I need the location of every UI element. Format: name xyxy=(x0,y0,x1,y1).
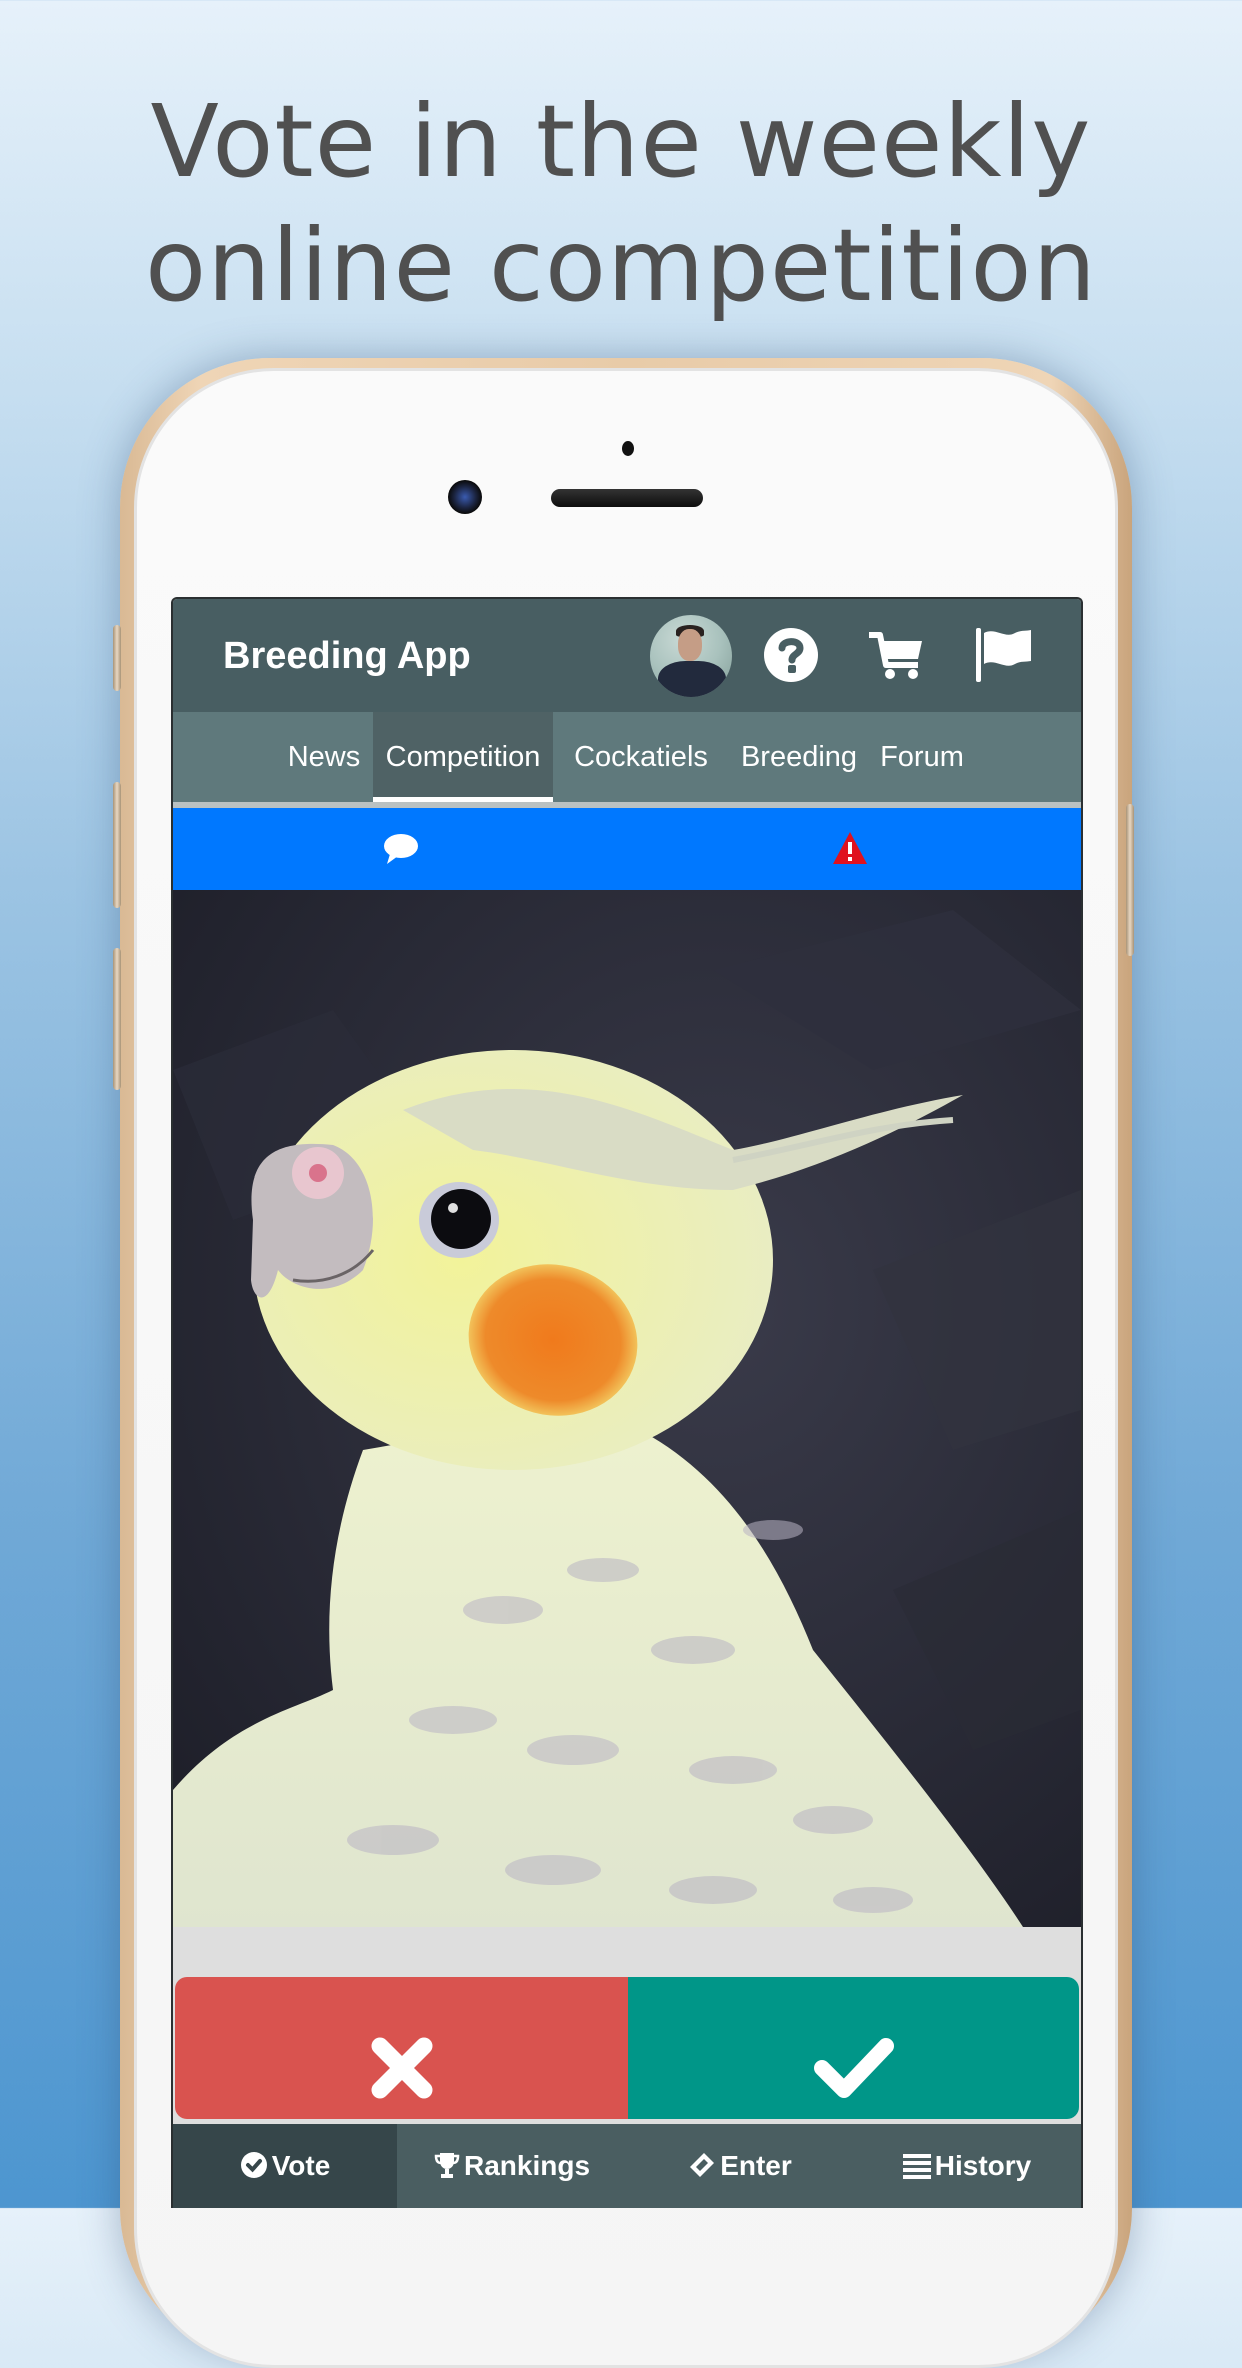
bottom-nav-enter[interactable]: Enter xyxy=(627,2124,853,2208)
app-screen: Breeding App News Competition Cockatiels… xyxy=(171,597,1083,2208)
competition-entry-photo xyxy=(173,890,1081,1927)
ticket-icon xyxy=(690,2153,715,2177)
bottom-nav-rankings-label: Rankings xyxy=(463,2150,591,2181)
phone-power-button xyxy=(1126,804,1134,956)
times-icon xyxy=(371,2037,432,2098)
flag-icon[interactable] xyxy=(973,625,1033,685)
action-bar xyxy=(173,808,1081,890)
bottom-nav-history-label: History xyxy=(934,2150,1032,2181)
proximity-sensor xyxy=(622,441,634,456)
headline-line-2: online competition xyxy=(145,207,1097,324)
earpiece-speaker xyxy=(551,489,703,507)
bottom-nav: Vote Rankings Enter History xyxy=(173,2124,1081,2208)
tab-competition[interactable]: Competition xyxy=(373,712,553,802)
photo-spacer xyxy=(173,1927,1081,1977)
bottom-nav-vote[interactable]: Vote xyxy=(173,2124,397,2208)
headline-line-1: Vote in the weekly xyxy=(150,83,1092,200)
check-icon xyxy=(813,2037,894,2098)
warning-icon[interactable] xyxy=(831,830,869,866)
list-icon xyxy=(902,2154,931,2179)
top-tab-bar: News Competition Cockatiels Breeding For… xyxy=(173,712,1081,802)
tab-breeding[interactable]: Breeding xyxy=(729,712,869,802)
tab-news[interactable]: News xyxy=(275,712,373,802)
tab-forum[interactable]: Forum xyxy=(869,712,975,802)
avatar[interactable] xyxy=(650,615,732,697)
tab-cockatiels[interactable]: Cockatiels xyxy=(553,712,729,802)
reject-button[interactable] xyxy=(175,1977,628,2119)
check-circle-icon xyxy=(240,2152,267,2178)
vote-buttons xyxy=(175,1977,1079,2119)
bottom-nav-history[interactable]: History xyxy=(853,2124,1081,2208)
phone-volume-down-button xyxy=(113,948,121,1090)
comment-icon[interactable] xyxy=(381,832,419,866)
app-header: Breeding App xyxy=(173,599,1081,712)
question-circle-icon[interactable] xyxy=(761,625,821,685)
shopping-cart-icon[interactable] xyxy=(866,625,926,685)
promo-headline: Vote in the weekly online competition xyxy=(0,80,1242,328)
approve-button[interactable] xyxy=(628,1977,1079,2119)
app-title: Breeding App xyxy=(223,635,471,677)
bottom-nav-vote-label: Vote xyxy=(271,2150,331,2181)
bottom-nav-enter-label: Enter xyxy=(720,2150,792,2181)
bottom-nav-rankings[interactable]: Rankings xyxy=(397,2124,627,2208)
trophy-icon xyxy=(434,2153,460,2178)
front-camera xyxy=(448,480,482,514)
phone-mute-switch xyxy=(113,625,121,691)
phone-volume-up-button xyxy=(113,782,121,908)
